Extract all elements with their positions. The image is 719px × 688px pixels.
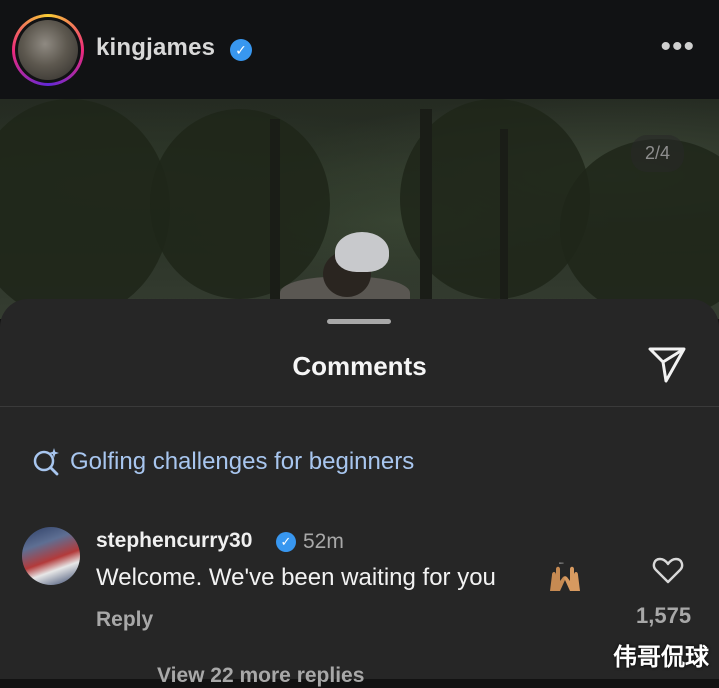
page-indicator: 2/4: [630, 135, 684, 172]
send-icon[interactable]: [646, 345, 688, 385]
photo-person-cap: [335, 232, 389, 272]
photo-trunk: [420, 109, 432, 319]
like-count: 1,575: [636, 603, 692, 628]
verified-badge-icon: ✓: [276, 532, 296, 552]
photo-trunk: [500, 129, 508, 319]
photo-tree: [150, 109, 330, 299]
commenter-username[interactable]: stephencurry30: [96, 529, 252, 553]
watermark: 伟哥侃球: [613, 644, 709, 671]
post-photo: 2/4: [0, 99, 719, 319]
verified-badge-icon: ✓: [230, 39, 252, 61]
sheet-divider: [0, 406, 719, 407]
post-username[interactable]: kingjames: [96, 34, 215, 62]
comments-title: Comments: [292, 351, 427, 381]
profile-avatar: [18, 20, 78, 80]
profile-avatar-frame: [15, 17, 81, 83]
profile-avatar-ring[interactable]: [12, 14, 84, 86]
commenter-avatar[interactable]: [22, 527, 80, 585]
ai-search-icon: [33, 448, 59, 476]
more-options-icon[interactable]: •••: [660, 32, 695, 62]
drag-handle[interactable]: [327, 319, 391, 324]
svg-text:'''': '''': [559, 563, 564, 569]
raising-hands-emoji-icon: '''': [550, 563, 580, 591]
suggestion-text: Golfing challenges for beginners: [70, 448, 415, 475]
comment-text: Welcome. We've been waiting for you: [96, 564, 496, 591]
photo-trunk: [270, 119, 280, 319]
reply-button[interactable]: Reply: [96, 608, 153, 632]
photo-tree: [0, 99, 170, 319]
view-more-replies-button[interactable]: View 22 more replies: [157, 664, 364, 688]
search-suggestion[interactable]: Golfing challenges for beginners: [30, 446, 414, 478]
comment-time: 52m: [303, 530, 344, 553]
like-heart-icon[interactable]: [652, 556, 684, 584]
post-header: kingjames ✓ •••: [0, 0, 719, 99]
